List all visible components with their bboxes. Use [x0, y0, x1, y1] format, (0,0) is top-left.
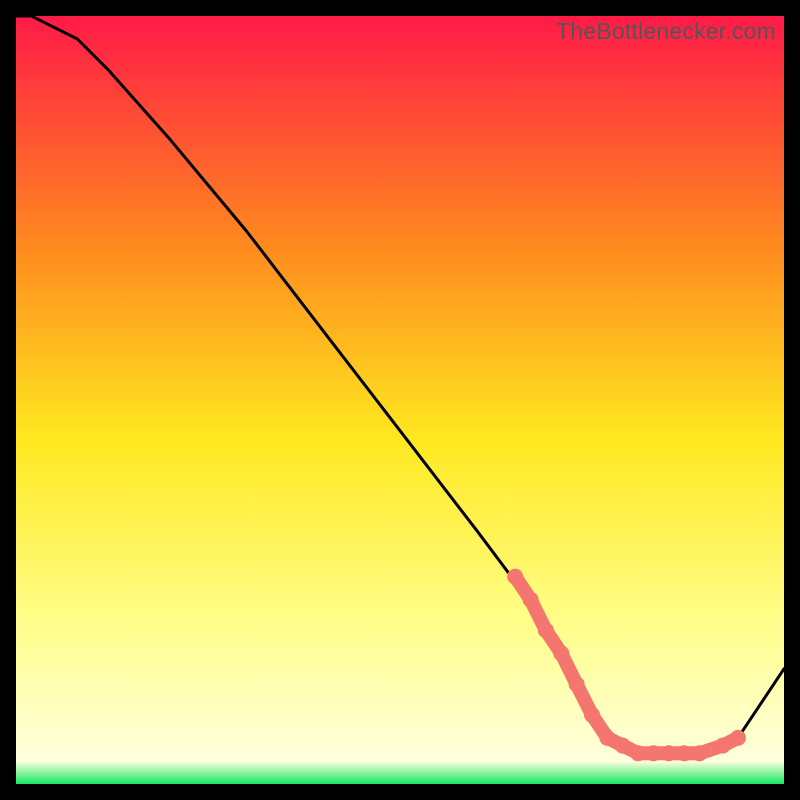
marker-dot [645, 745, 661, 761]
marker-dot [507, 569, 523, 585]
marker-dot [569, 676, 585, 692]
marker-dot [692, 745, 708, 761]
marker-dot [538, 622, 554, 638]
marker-dot [615, 738, 631, 754]
marker-dot [599, 730, 615, 746]
marker-dot [553, 645, 569, 661]
marker-dot [730, 730, 746, 746]
chart-frame: TheBottlenecker.com [16, 16, 784, 784]
marker-dot [661, 745, 677, 761]
marker-dot [630, 745, 646, 761]
bottleneck-chart [16, 16, 784, 784]
marker-dot [584, 707, 600, 723]
marker-dot [715, 738, 731, 754]
marker-dot [676, 745, 692, 761]
gradient-background [16, 16, 784, 784]
marker-dot [523, 592, 539, 608]
watermark-text: TheBottlenecker.com [556, 18, 776, 45]
